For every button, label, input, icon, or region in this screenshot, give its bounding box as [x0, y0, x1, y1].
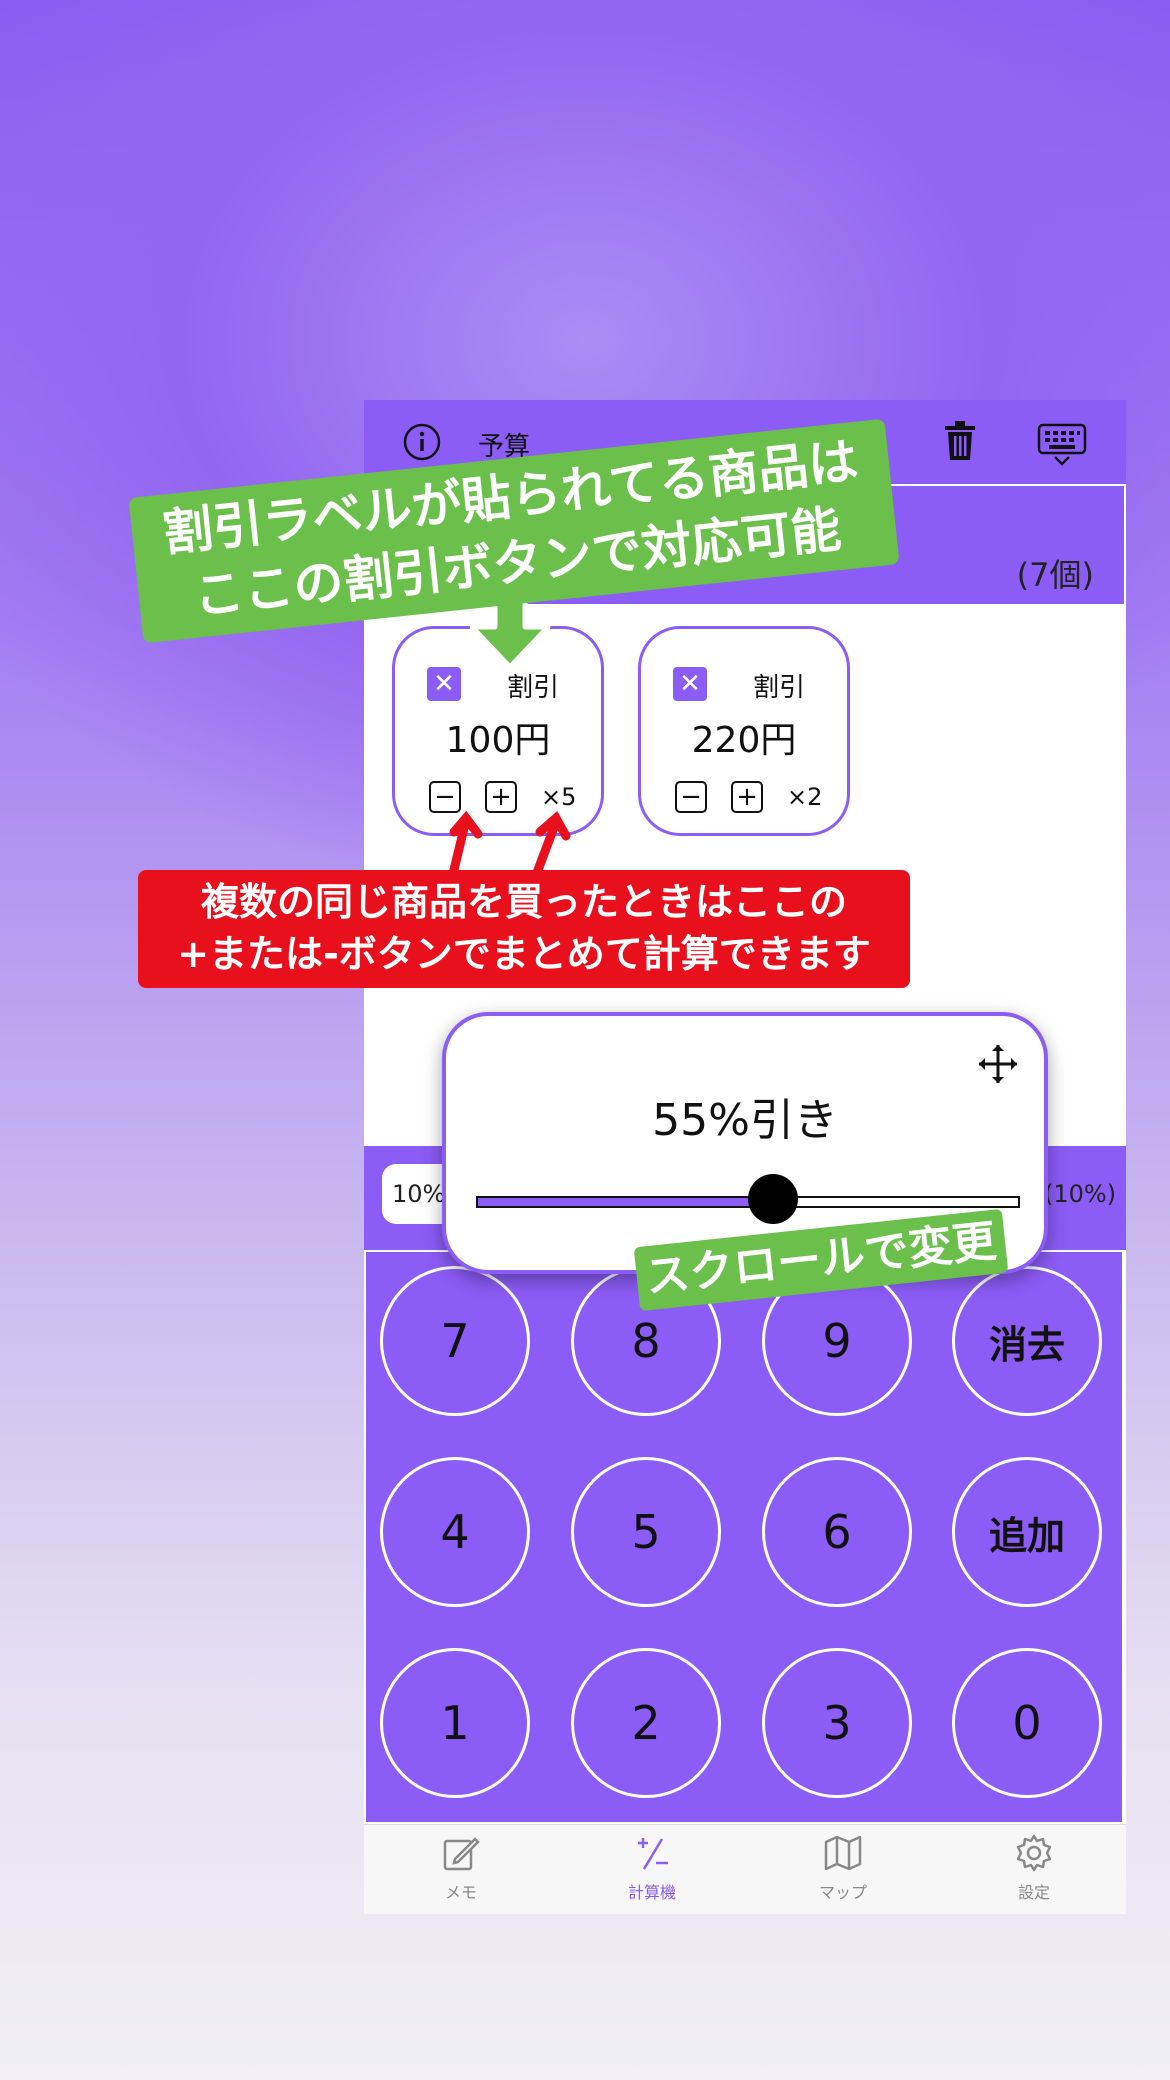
map-icon — [824, 1835, 862, 1871]
quantity-annotation-line1: 複数の同じ商品を買ったときはここの — [200, 880, 847, 924]
tab-settings[interactable]: 設定 — [974, 1833, 1094, 1903]
decrement-button[interactable]: − — [429, 781, 461, 813]
tab-settings-label: 設定 — [1017, 1883, 1050, 1902]
plus-minus-icon — [638, 1838, 668, 1870]
tab-calculator-label: 計算機 — [627, 1883, 676, 1902]
clear-button[interactable]: 消去 — [952, 1266, 1102, 1416]
item-quantity: ×5 — [541, 783, 577, 811]
key-2[interactable]: 2 — [571, 1648, 721, 1798]
move-arrows-icon[interactable] — [976, 1042, 1020, 1090]
item-price: 100円 — [445, 720, 551, 761]
increment-button[interactable]: + — [485, 781, 517, 813]
add-button[interactable]: 追加 — [952, 1457, 1102, 1607]
increment-button[interactable]: + — [731, 781, 763, 813]
tab-bar: メモ 計算機 マップ 設定 — [364, 1824, 1126, 1914]
keypad: 7 8 9 消去 4 5 6 追加 1 2 3 0 — [366, 1252, 1122, 1822]
key-5[interactable]: 5 — [571, 1457, 721, 1607]
item-card[interactable]: ✕ 割引 220円 − + ×2 — [638, 626, 850, 836]
discount-button[interactable]: 割引 — [753, 667, 805, 704]
item-quantity: ×2 — [787, 783, 823, 811]
tab-map-label: マップ — [818, 1883, 867, 1902]
slider-fill — [478, 1198, 775, 1206]
decrement-button[interactable]: − — [675, 781, 707, 813]
gear-icon — [1016, 1834, 1052, 1872]
quantity-annotation: 複数の同じ商品を買ったときはここの +または-ボタンでまとめて計算できます — [138, 870, 910, 988]
keyboard-icon[interactable] — [1036, 422, 1088, 468]
discount-percent-text: 55%引き — [652, 1095, 838, 1146]
remove-item-button[interactable]: ✕ — [673, 667, 707, 701]
slider-thumb[interactable] — [748, 1174, 798, 1224]
memo-edit-icon — [443, 1837, 480, 1871]
remove-item-button[interactable]: ✕ — [427, 667, 461, 701]
key-1[interactable]: 1 — [380, 1648, 530, 1798]
item-count: (7個) — [1016, 556, 1094, 594]
key-4[interactable]: 4 — [380, 1457, 530, 1607]
item-price: 220円 — [691, 720, 797, 761]
info-circle-icon[interactable] — [402, 422, 442, 462]
key-3[interactable]: 3 — [762, 1648, 912, 1798]
key-6[interactable]: 6 — [762, 1457, 912, 1607]
key-0[interactable]: 0 — [952, 1648, 1102, 1798]
tab-memo-label: メモ — [444, 1883, 477, 1902]
tab-map[interactable]: マップ — [783, 1833, 903, 1903]
tab-memo[interactable]: メモ — [401, 1833, 521, 1903]
tab-calculator[interactable]: 計算機 — [592, 1833, 712, 1903]
trash-icon[interactable] — [940, 418, 980, 464]
quantity-annotation-line2: +または-ボタンでまとめて計算できます — [177, 932, 871, 976]
tax-rate-right[interactable]: (10%) — [1044, 1164, 1116, 1224]
discount-button[interactable]: 割引 — [507, 667, 559, 704]
key-7[interactable]: 7 — [380, 1266, 530, 1416]
